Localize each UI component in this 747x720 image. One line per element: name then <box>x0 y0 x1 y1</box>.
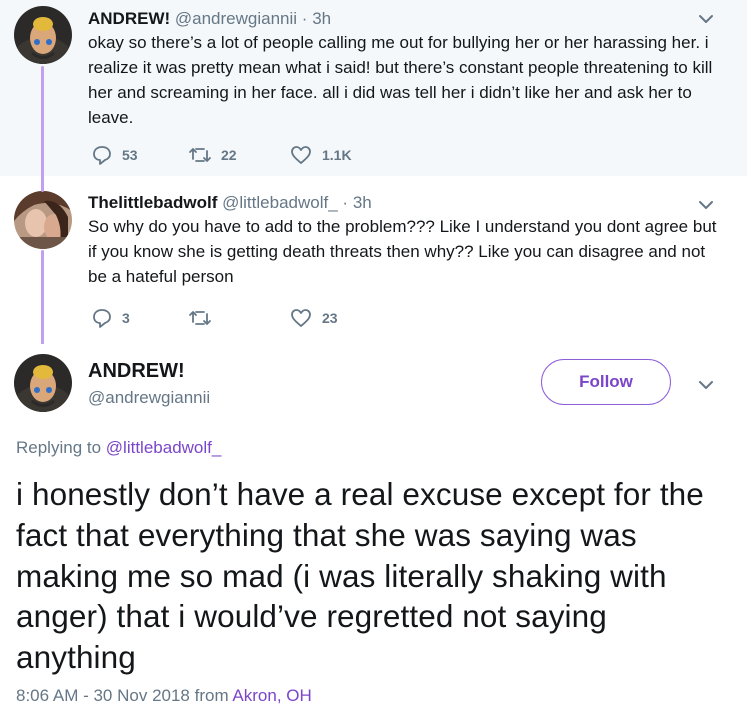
like-count: 23 <box>322 310 338 326</box>
like-icon <box>291 309 311 327</box>
like-button[interactable]: 1.1K <box>289 143 352 167</box>
author-handle[interactable]: @littlebadwolf_ <box>222 193 338 212</box>
main-tweet-text: i honestly don’t have a real excuse exce… <box>16 476 704 676</box>
reply-icon <box>93 309 111 328</box>
separator: · <box>301 9 308 28</box>
tweet-time[interactable]: 3h <box>353 193 372 212</box>
timestamp[interactable]: 8:06 AM - 30 Nov 2018 <box>16 686 190 705</box>
retweet-icon <box>189 148 211 162</box>
replying-prefix: Replying to <box>16 438 102 457</box>
retweet-button[interactable]: 22 <box>188 143 237 167</box>
separator: · <box>342 193 349 212</box>
like-count: 1.1K <box>322 147 352 163</box>
chevron-down-icon[interactable] <box>696 375 716 395</box>
author-name[interactable]: ANDREW! <box>88 9 170 28</box>
avatar-andrew[interactable] <box>14 6 72 64</box>
like-icon <box>291 146 311 164</box>
main-tweet: ANDREW! @andrewgiannii Follow Replying t… <box>0 344 747 720</box>
location-link[interactable]: Akron, OH <box>232 686 311 705</box>
from-label: from <box>194 686 229 705</box>
retweet-icon <box>189 311 211 325</box>
thread-tweet-2[interactable]: Thelittlebadwolf @littlebadwolf_ · 3h So… <box>0 176 747 344</box>
reply-button[interactable]: 3 <box>91 306 130 330</box>
author-name[interactable]: Thelittlebadwolf <box>88 193 217 212</box>
replying-to: Replying to @littlebadwolf_ <box>16 438 221 458</box>
tweet-metadata: 8:06 AM - 30 Nov 2018 from Akron, OH <box>16 686 312 706</box>
avatar-andrew[interactable] <box>14 354 72 412</box>
author-name[interactable]: ANDREW! <box>88 358 185 384</box>
thread-connector <box>41 66 44 192</box>
tweet-text: okay so there’s a lot of people calling … <box>88 33 713 127</box>
reply-button[interactable]: 53 <box>91 143 138 167</box>
chevron-down-icon[interactable] <box>696 9 716 29</box>
chevron-down-icon[interactable] <box>696 195 716 215</box>
retweet-count: 22 <box>221 147 237 163</box>
retweet-button[interactable] <box>188 306 221 330</box>
replying-to-link[interactable]: @littlebadwolf_ <box>106 438 222 457</box>
tweet-text: So why do you have to add to the problem… <box>88 217 717 286</box>
thread-tweet-1[interactable]: ANDREW! @andrewgiannii · 3h okay so ther… <box>0 0 747 176</box>
avatar-thelittlebadwolf[interactable] <box>14 191 72 249</box>
author-handle[interactable]: @andrewgiannii <box>175 9 297 28</box>
author-handle[interactable]: @andrewgiannii <box>88 387 210 409</box>
reply-icon <box>93 146 111 165</box>
thread-connector <box>41 250 44 346</box>
reply-count: 3 <box>122 310 130 326</box>
like-button[interactable]: 23 <box>289 306 338 330</box>
follow-button[interactable]: Follow <box>541 359 671 405</box>
tweet-time[interactable]: 3h <box>312 9 331 28</box>
reply-count: 53 <box>122 147 138 163</box>
